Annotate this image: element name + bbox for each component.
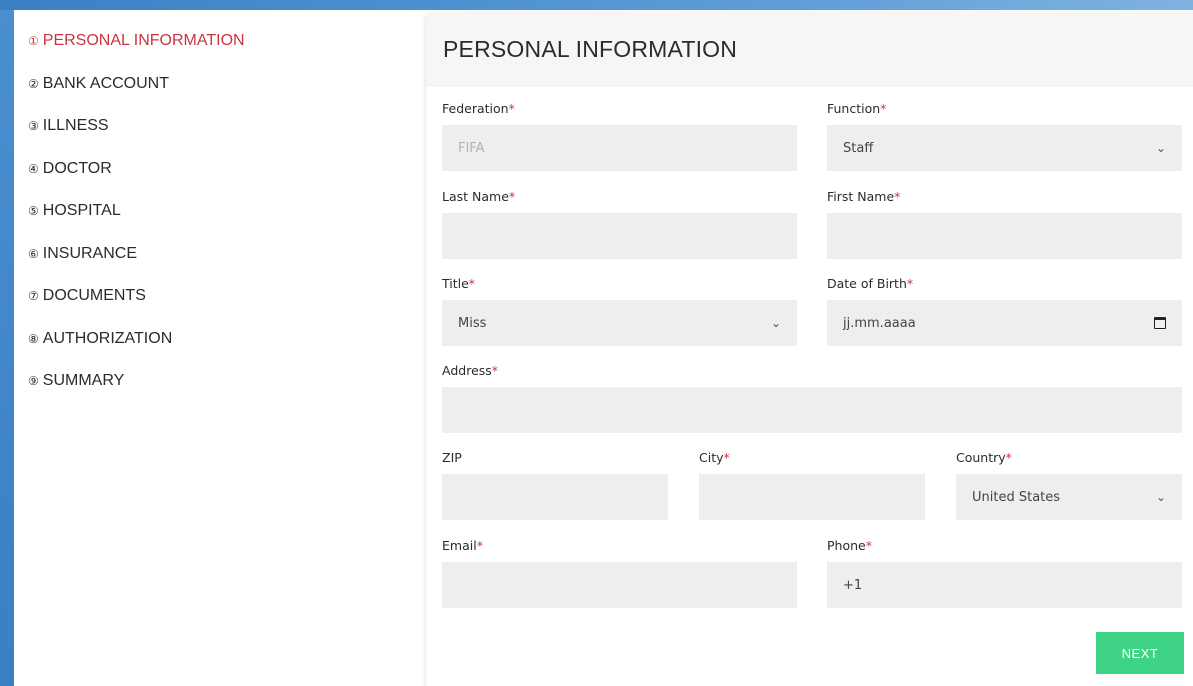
step-hospital[interactable]: ⑤ HOSPITAL [28,202,245,245]
step-label: SUMMARY [42,372,125,389]
phone-value: +1 [843,577,863,593]
last-name-field: Last Name* [442,189,797,259]
step-label: HOSPITAL [42,202,121,219]
step-label: PERSONAL INFORMATION [42,32,245,49]
country-label: Country [956,450,1006,465]
step-illness[interactable]: ③ ILLNESS [28,117,245,160]
required-mark: * [508,101,515,116]
title-field: Title* Miss ⌄ [442,276,797,346]
title-select[interactable]: Miss ⌄ [442,300,797,346]
city-input[interactable] [699,474,925,520]
address-field: Address* [442,363,1182,433]
federation-label: Federation [442,101,509,116]
required-mark: * [508,189,516,204]
step-number: ④ [28,161,39,176]
required-mark: * [865,538,872,553]
step-number: ⑧ [28,331,39,346]
personal-information-form: PERSONAL INFORMATION Federation* FIFA Fu… [426,13,1193,686]
federation-field: Federation* FIFA [442,101,797,171]
date-of-birth-field: Date of Birth* jj.mm.aaaa [827,276,1182,346]
zip-field: ZIP [442,450,668,520]
step-label: INSURANCE [42,244,137,262]
function-field: Function* Staff ⌄ [827,101,1182,171]
federation-value: FIFA [458,140,485,156]
chevron-down-icon: ⌄ [770,316,781,330]
step-label: ILLNESS [42,117,109,134]
city-label: City [699,450,724,465]
required-mark: * [880,101,887,116]
phone-field: Phone* +1 [827,538,1182,608]
step-insurance[interactable]: ⑥ INSURANCE [28,245,245,288]
step-label: BANK ACCOUNT [42,74,170,92]
page-body: ① PERSONAL INFORMATION ② BANK ACCOUNT ③ … [14,10,1193,686]
step-personal-information[interactable]: ① PERSONAL INFORMATION [28,32,245,75]
step-label: DOCUMENTS [42,287,146,304]
email-input[interactable] [442,562,797,608]
city-field: City* [699,450,925,520]
calendar-icon[interactable] [1154,317,1166,329]
step-number: ⑨ [28,374,39,388]
required-mark: * [894,189,901,204]
address-input[interactable] [442,387,1182,433]
function-label: Function [827,101,881,116]
first-name-input[interactable] [827,213,1182,259]
required-mark: * [468,276,476,291]
function-select[interactable]: Staff ⌄ [827,125,1182,171]
step-label: AUTHORIZATION [42,329,173,347]
form-title: PERSONAL INFORMATION [443,36,738,62]
phone-input[interactable]: +1 [827,562,1182,608]
chevron-down-icon: ⌄ [1155,490,1166,504]
window-top-bar [0,0,1193,10]
step-number: ⑥ [28,246,39,261]
step-doctor[interactable]: ④ DOCTOR [28,160,245,203]
required-mark: * [491,363,499,378]
step-number: ② [28,76,39,91]
country-field: Country* United States ⌄ [956,450,1182,520]
address-label: Address [442,363,492,378]
required-mark: * [476,538,483,553]
step-number: ① [28,34,39,48]
title-label: Title [442,276,469,291]
federation-input: FIFA [442,125,797,171]
last-name-input[interactable] [442,213,797,259]
first-name-label: First Name [827,189,895,204]
step-number: ③ [28,119,39,133]
zip-input[interactable] [442,474,668,520]
title-value: Miss [458,315,487,331]
date-of-birth-input[interactable]: jj.mm.aaaa [827,300,1182,346]
required-mark: * [1005,450,1012,465]
next-button[interactable]: NEXT [1096,632,1184,674]
chevron-down-icon: ⌄ [1155,141,1166,155]
form-header: PERSONAL INFORMATION [426,13,1193,86]
date-of-birth-placeholder: jj.mm.aaaa [843,315,916,331]
step-documents[interactable]: ⑦ DOCUMENTS [28,287,245,330]
step-number: ⑦ [28,289,39,303]
email-label: Email [442,538,477,553]
last-name-label: Last Name [442,189,509,204]
first-name-field: First Name* [827,189,1182,259]
step-summary[interactable]: ⑨ SUMMARY [28,372,245,415]
country-select[interactable]: United States ⌄ [956,474,1182,520]
email-field: Email* [442,538,797,608]
date-of-birth-label: Date of Birth [827,276,907,291]
step-label: DOCTOR [42,159,112,177]
step-bank-account[interactable]: ② BANK ACCOUNT [28,75,245,118]
step-navigation: ① PERSONAL INFORMATION ② BANK ACCOUNT ③ … [28,32,245,415]
country-value: United States [972,489,1061,505]
required-mark: * [723,450,730,465]
function-value: Staff [843,140,874,156]
zip-label: ZIP [442,450,462,465]
step-authorization[interactable]: ⑧ AUTHORIZATION [28,330,245,373]
phone-label: Phone [827,538,866,553]
step-number: ⑤ [28,204,39,218]
required-mark: * [906,276,914,291]
